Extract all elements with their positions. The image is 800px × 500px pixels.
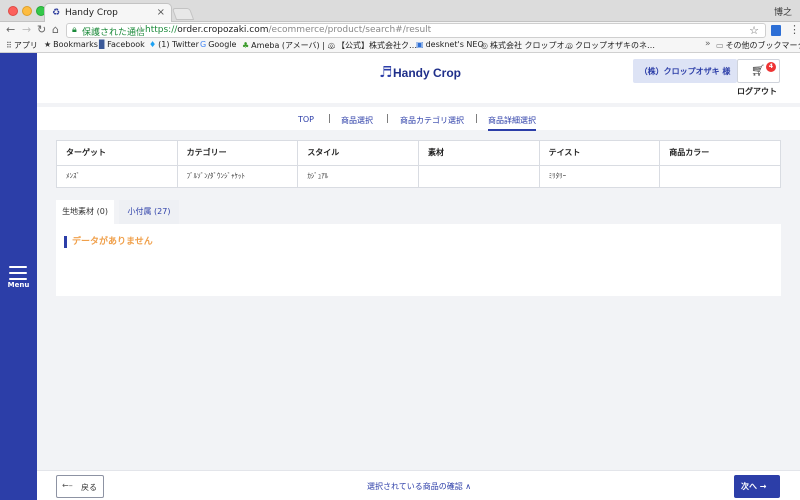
browser-menu-icon[interactable]: ⋮ — [789, 23, 800, 36]
cart-count-badge: 4 — [766, 62, 776, 72]
bookmark-item[interactable]: G Google — [200, 40, 236, 49]
folder-icon: ▭ — [716, 41, 724, 50]
breadcrumb-category-select[interactable]: 商品カテゴリ選択 — [400, 115, 464, 126]
bookmark-star-icon[interactable]: ☆ — [749, 24, 759, 37]
next-button[interactable]: 次へ → — [734, 475, 780, 498]
back-arrow-icon[interactable]: ← — [6, 23, 15, 37]
breadcrumb-product-select[interactable]: 商品選択 — [341, 115, 373, 126]
globe-icon: ◎ — [328, 41, 335, 50]
logout-link[interactable]: ログアウト — [737, 86, 777, 97]
breadcrumb-separator: | — [386, 114, 390, 124]
header-material: 素材 — [417, 140, 540, 166]
star-icon: ★ — [44, 40, 52, 49]
cell-style: ｶｼﾞｭｱﾙ — [297, 164, 419, 189]
tab-fabric-material[interactable]: 生地素材 (0) — [56, 200, 114, 224]
cell-product-color — [659, 164, 781, 189]
bookmark-item[interactable]: ⠿ アプリ — [6, 40, 38, 51]
next-button-label: 次へ → — [741, 482, 767, 491]
browser-tab-active[interactable]: ♻ Handy Crop × — [44, 3, 172, 22]
cell-taste: ﾐﾘﾀﾘｰ — [538, 164, 661, 189]
browser-titlebar: ♻ Handy Crop × 博之 — [0, 0, 800, 22]
bookmark-item[interactable]: ▉ Facebook — [99, 40, 145, 49]
user-name: （株）クロップオザキ 様 — [639, 67, 731, 76]
secure-connection-label: 保護された通信 — [82, 28, 146, 38]
header-product-color: 商品カラー — [659, 140, 781, 166]
globe-icon: ◎ — [481, 41, 488, 50]
cell-material — [417, 164, 540, 189]
table-header-row: ターゲット カテゴリー スタイル 素材 テイスト 商品カラー — [56, 140, 781, 166]
tab-title: Handy Crop — [65, 8, 118, 18]
twitter-icon: ♦ — [149, 40, 157, 49]
cart-button[interactable]: 🛒︎ 4 — [737, 59, 780, 83]
site-header: ♬ Handy Crop （株）クロップオザキ 様 🛒︎ 4 ログアウト — [37, 53, 800, 103]
bookmarks-overflow-icon[interactable]: » — [705, 39, 711, 49]
bookmark-item[interactable]: ◎ 【公式】株式会社ク… — [328, 40, 417, 51]
bookmark-item[interactable]: ▣ desknet's NEO — [416, 40, 484, 49]
handy-crop-logo[interactable]: ♬ Handy Crop — [379, 63, 469, 85]
results-panel: データがありません — [56, 224, 781, 296]
facebook-icon: ▉ — [99, 40, 106, 49]
url-text: https://order.cropozaki.com/ecommerce/pr… — [145, 25, 432, 35]
user-account-box[interactable]: （株）クロップオザキ 様 — [633, 59, 737, 83]
product-conditions-table: ターゲット カテゴリー スタイル 素材 テイスト 商品カラー ﾒﾝｽﾞ ﾌﾞﾙｿ… — [56, 140, 781, 189]
bookmark-item[interactable]: ★ Bookmarks — [44, 40, 98, 49]
breadcrumb: TOP | 商品選択 | 商品カテゴリ選択 | 商品詳細選択 — [37, 103, 800, 131]
tab-close-icon[interactable]: × — [157, 7, 165, 18]
hamburger-menu-icon[interactable] — [9, 266, 27, 280]
logo-text: Handy Crop — [393, 66, 462, 80]
bookmark-item[interactable]: ♦ (1) Twitter — [149, 40, 199, 49]
table-row: ﾒﾝｽﾞ ﾌﾞﾙｿﾞﾝ/ﾀﾞｳﾝｼﾞｬｹｯﾄ ｶｼﾞｭｱﾙ ﾐﾘﾀﾘｰ — [56, 164, 781, 189]
globe-icon: ◎ — [566, 41, 573, 50]
header-taste: テイスト — [538, 140, 661, 166]
breadcrumb-separator: | — [475, 114, 479, 124]
header-target: ターゲット — [56, 140, 178, 166]
footer-bar: ←– 戻る 選択されている商品の確認 ∧ 次へ → — [37, 470, 800, 500]
bookmark-item[interactable]: ◎ クロップオザキのネ… — [566, 40, 655, 51]
back-button[interactable]: ←– 戻る — [56, 475, 104, 498]
other-bookmarks[interactable]: ▭ その他のブックマーク — [716, 40, 800, 51]
back-button-label: 戻る — [81, 483, 97, 492]
bookmark-item[interactable]: ♣ Ameba (アメーバ) | … — [242, 40, 335, 51]
extension-icon[interactable] — [771, 25, 781, 36]
forward-arrow-icon[interactable]: → — [22, 23, 31, 37]
menu-label[interactable]: Menu — [0, 281, 37, 289]
handy-crop-favicon-icon: ♻ — [52, 8, 61, 18]
ameba-icon: ♣ — [242, 41, 250, 50]
breadcrumb-top[interactable]: TOP — [298, 115, 314, 124]
header-style: スタイル — [297, 140, 419, 166]
browser-toolbar: ← → ↻ ⌂ 🔒︎ 保護された通信 | https://order.cropo… — [0, 22, 800, 39]
url-divider: | — [139, 25, 143, 35]
crop-hand-logo-icon: ♬ — [379, 63, 393, 81]
google-icon: G — [200, 40, 207, 49]
cell-target: ﾒﾝｽﾞ — [56, 164, 178, 189]
breadcrumb-separator: | — [328, 114, 332, 124]
home-icon[interactable]: ⌂ — [52, 23, 59, 37]
lock-icon: 🔒︎ — [72, 25, 77, 35]
back-arrow-icon: ←– — [62, 481, 73, 490]
cart-icon: 🛒︎ — [751, 64, 765, 77]
cell-category: ﾌﾞﾙｿﾞﾝ/ﾀﾞｳﾝｼﾞｬｹｯﾄ — [176, 164, 299, 189]
bookmark-item[interactable]: ◎ 株式会社 クロップオ… — [481, 40, 573, 51]
desknets-icon: ▣ — [416, 40, 424, 49]
window-minimize-button[interactable] — [22, 6, 32, 16]
profile-name[interactable]: 博之 — [774, 5, 792, 18]
side-menu[interactable]: Menu — [0, 53, 37, 500]
header-category: カテゴリー — [176, 140, 299, 166]
selected-products-confirm-link[interactable]: 選択されている商品の確認 ∧ — [367, 481, 471, 492]
new-tab-button[interactable] — [171, 8, 195, 20]
reload-icon[interactable]: ↻ — [37, 23, 46, 37]
tab-accessories[interactable]: 小付属 (27) — [119, 200, 179, 224]
bookmarks-bar: ⠿ アプリ ★ Bookmarks ▉ Facebook ♦ (1) Twitter G… — [0, 39, 800, 53]
no-data-message: データがありません — [64, 236, 153, 248]
window-close-button[interactable] — [8, 6, 18, 16]
address-bar[interactable]: 🔒︎ 保護された通信 | https://order.cropozaki.com… — [66, 23, 766, 38]
apps-icon: ⠿ — [6, 41, 12, 50]
breadcrumb-detail-select[interactable]: 商品詳細選択 — [488, 115, 536, 131]
